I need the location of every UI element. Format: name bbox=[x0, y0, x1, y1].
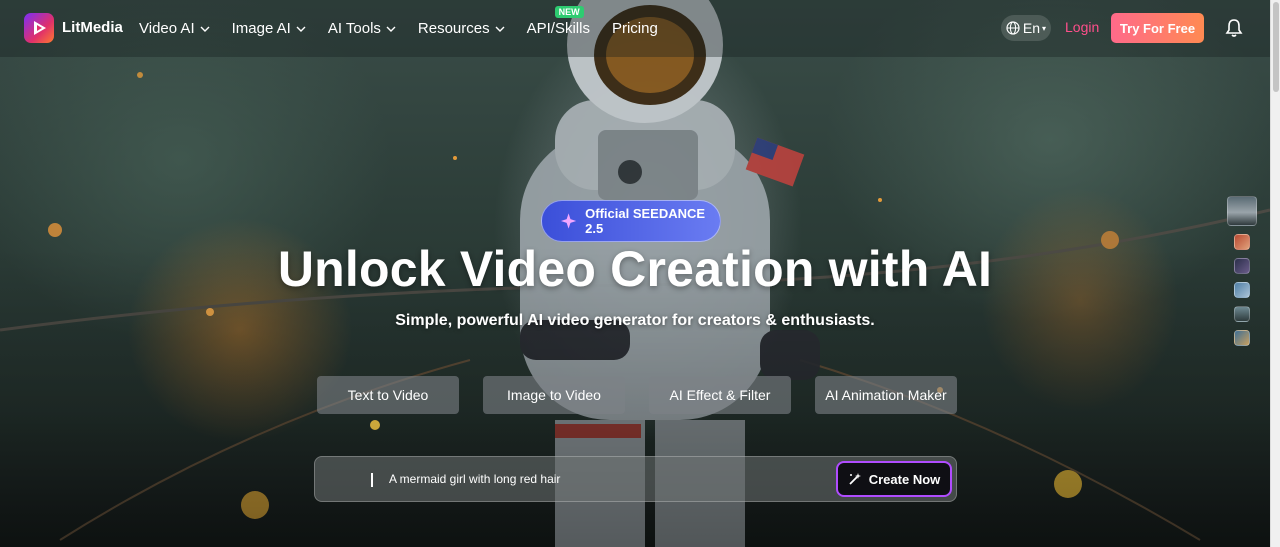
nav-item-label: Video AI bbox=[139, 20, 195, 37]
page-scrollbar[interactable] bbox=[1270, 0, 1280, 547]
nav-item-image-ai[interactable]: Image AI bbox=[232, 20, 306, 37]
litmedia-logo[interactable] bbox=[24, 13, 54, 43]
bell-icon[interactable] bbox=[1225, 18, 1243, 38]
chevron-down-icon bbox=[495, 26, 505, 32]
hero-subheadline: Simple, powerful AI video generator for … bbox=[395, 312, 875, 329]
nav-item-label: AI Tools bbox=[327, 20, 381, 37]
seedance-badge[interactable]: Official SEEDANCE 2.5 bbox=[541, 200, 721, 242]
chevron-down-icon bbox=[296, 26, 306, 32]
new-badge: NEW bbox=[554, 6, 584, 18]
tab-text-to-video[interactable]: Text to Video bbox=[317, 376, 459, 414]
nav-item-resources[interactable]: Resources bbox=[418, 20, 505, 37]
brand-name[interactable]: LitMedia bbox=[62, 19, 123, 36]
nav-item-api-skills[interactable]: NEW API/Skills bbox=[526, 6, 590, 37]
chevron-down-icon bbox=[386, 26, 396, 32]
magic-wand-icon bbox=[849, 473, 861, 485]
nav-item-pricing[interactable]: Pricing bbox=[612, 20, 658, 37]
nav-item-label: Resources bbox=[417, 20, 490, 37]
hero-headline: Unlock Video Creation with AI bbox=[277, 241, 993, 297]
nav-item-video-ai[interactable]: Video AI bbox=[139, 20, 210, 37]
login-link[interactable]: Login bbox=[1065, 19, 1099, 35]
language-selector[interactable]: En ▾ bbox=[1001, 15, 1051, 41]
create-now-button[interactable]: Create Now bbox=[836, 461, 952, 497]
prompt-bar: Create Now bbox=[314, 456, 957, 502]
scrollbar-thumb[interactable] bbox=[1273, 2, 1279, 92]
tab-ai-animation-maker[interactable]: AI Animation Maker bbox=[815, 376, 957, 414]
nav-item-label: Image AI bbox=[231, 20, 291, 37]
nav-item-label: API/Skills bbox=[526, 20, 590, 37]
generation-mode-tabs: Text to Video Image to Video AI Effect &… bbox=[317, 376, 981, 414]
seedance-badge-label: Official SEEDANCE 2.5 bbox=[585, 206, 706, 236]
globe-icon bbox=[1006, 21, 1020, 35]
prompt-input[interactable] bbox=[389, 466, 829, 492]
play-icon bbox=[34, 21, 46, 35]
tab-image-to-video[interactable]: Image to Video bbox=[483, 376, 625, 414]
top-navbar: LitMedia Video AI Image AI AI Tools Reso… bbox=[0, 0, 1270, 57]
nav-item-ai-tools[interactable]: AI Tools bbox=[328, 20, 396, 37]
text-cursor bbox=[371, 473, 373, 487]
main-nav: Video AI Image AI AI Tools Resources NEW… bbox=[139, 0, 680, 57]
sparkle-icon bbox=[560, 213, 577, 229]
try-for-free-button[interactable]: Try For Free bbox=[1111, 13, 1204, 43]
thumbnail-portrait[interactable] bbox=[1234, 330, 1250, 346]
nav-item-label: Pricing bbox=[611, 20, 658, 37]
thumbnail-astronaut[interactable] bbox=[1227, 196, 1257, 226]
caret-down-icon: ▾ bbox=[1042, 23, 1047, 33]
chevron-down-icon bbox=[200, 26, 210, 32]
create-now-label: Create Now bbox=[868, 471, 941, 487]
tab-ai-effect-filter[interactable]: AI Effect & Filter bbox=[649, 376, 791, 414]
language-label: En bbox=[1022, 20, 1041, 36]
